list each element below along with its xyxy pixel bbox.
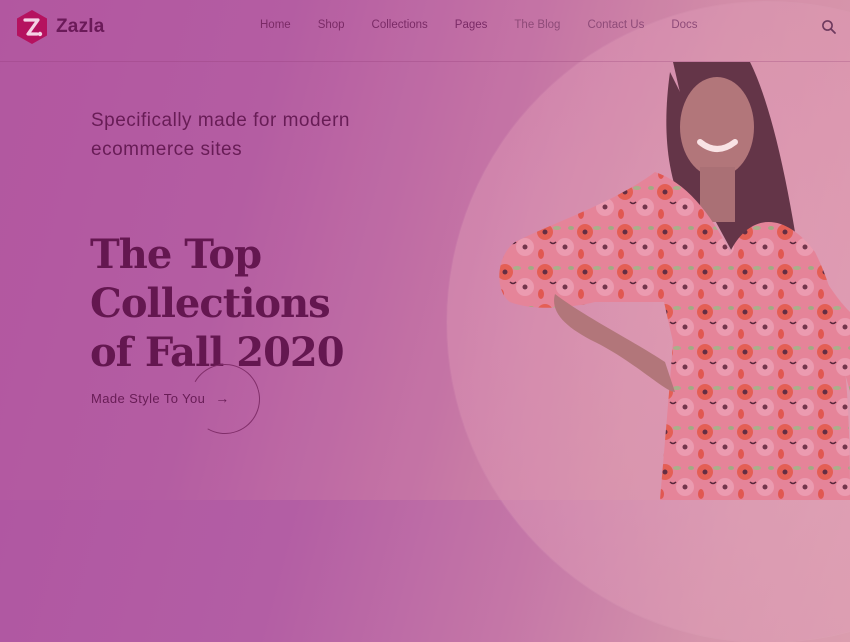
- cta-button[interactable]: Made Style To You →: [91, 356, 268, 442]
- hero-model-image: [495, 62, 850, 500]
- main-nav: Home Shop Collections Pages The Blog Con…: [260, 19, 725, 31]
- search-icon[interactable]: [821, 19, 837, 35]
- hero-title: The Top Collections of Fall 2020: [90, 230, 510, 377]
- hero-subtitle: Specifically made for modern ecommerce s…: [91, 110, 350, 160]
- hero-title-line-1: The Top Collections: [90, 231, 331, 327]
- nav-shop[interactable]: Shop: [318, 19, 345, 31]
- nav-home[interactable]: Home: [260, 19, 291, 31]
- hexagon-logo-icon: [15, 9, 49, 45]
- nav-collections[interactable]: Collections: [372, 19, 428, 31]
- logo[interactable]: Zazla: [15, 9, 105, 45]
- nav-contact-us[interactable]: Contact Us: [587, 19, 644, 31]
- brand-name: Zazla: [56, 16, 105, 37]
- nav-the-blog[interactable]: The Blog: [514, 19, 560, 31]
- nav-pages[interactable]: Pages: [455, 19, 488, 31]
- nav-docs[interactable]: Docs: [671, 19, 697, 31]
- site-header: Zazla Home Shop Collections Pages The Bl…: [0, 0, 850, 62]
- cta-label: Made Style To You: [91, 390, 206, 406]
